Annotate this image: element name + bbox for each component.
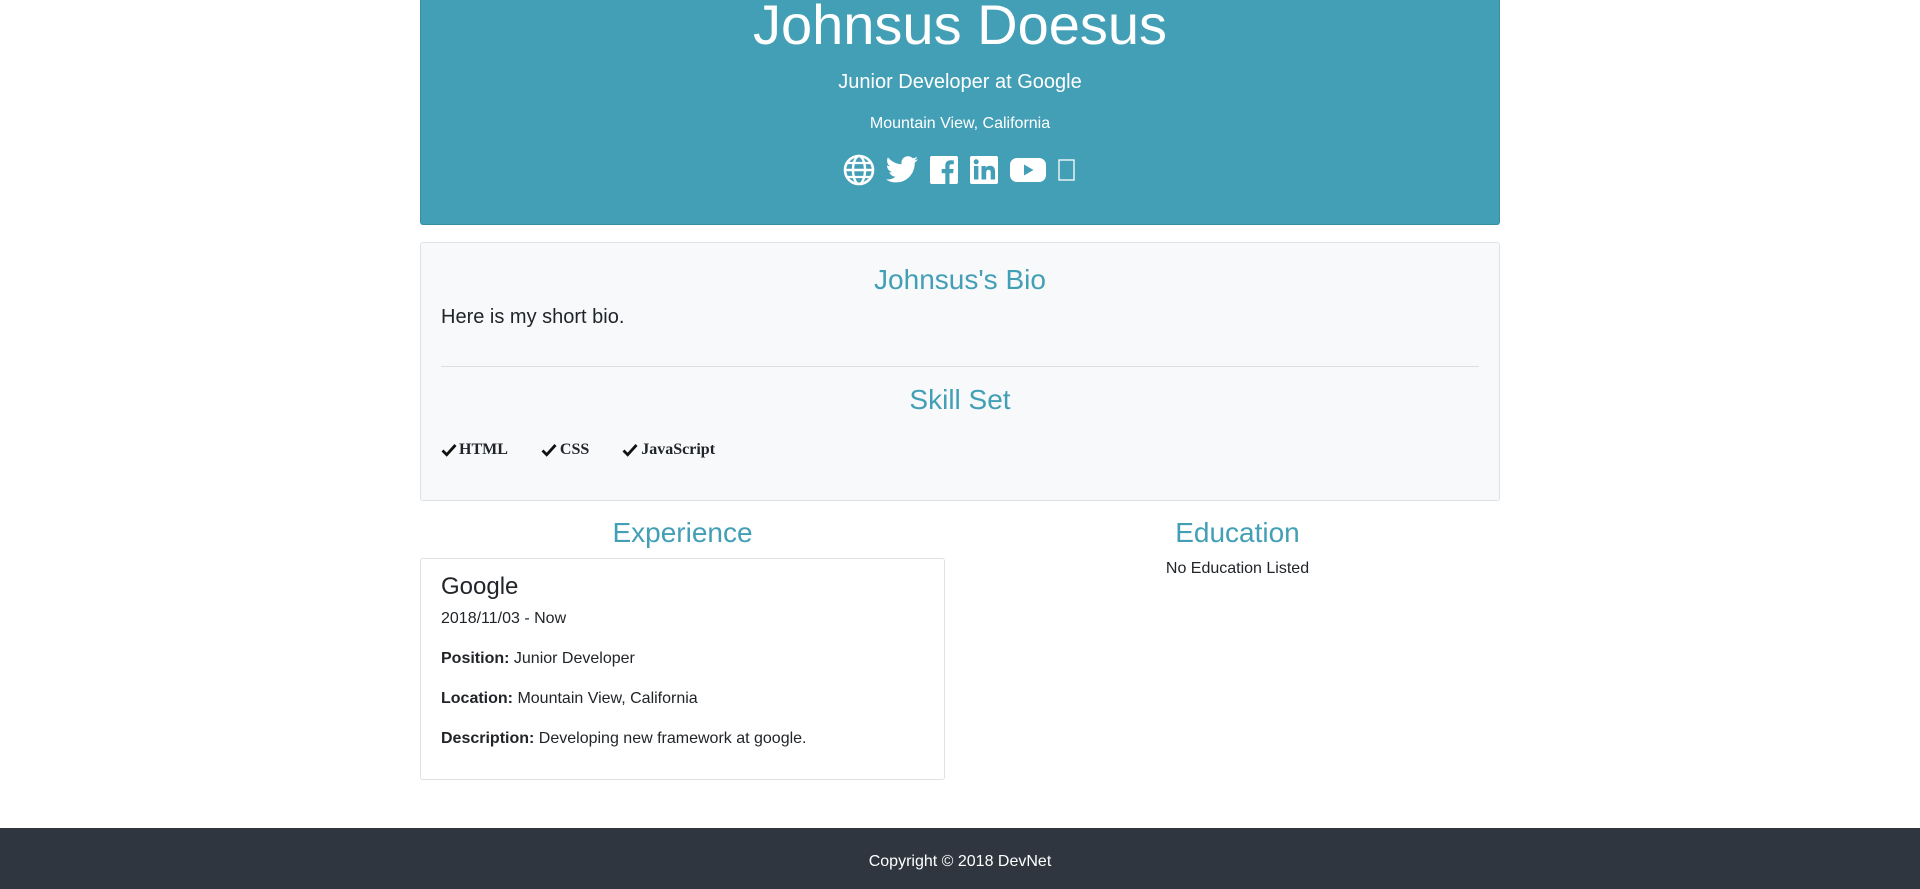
footer: Copyright © 2018 DevNet: [0, 828, 1920, 889]
skill-item: CSS: [540, 441, 589, 459]
skill-label: HTML: [459, 441, 508, 458]
experience-card: Google 2018/11/03 - Now Position: Junior…: [420, 558, 945, 780]
check-icon: [441, 444, 457, 457]
skills-list: HTML CSS JavaScript: [441, 441, 747, 459]
twitter-icon[interactable]: [885, 155, 919, 185]
location-value: Mountain View, California: [517, 690, 698, 707]
profile-header: Johnsus Doesus Junior Developer at Googl…: [420, 0, 1500, 225]
globe-icon[interactable]: [843, 154, 875, 186]
check-icon: [622, 444, 638, 457]
education-empty-text: No Education Listed: [1165, 560, 1310, 577]
copyright-text: Copyright © 2018 DevNet: [868, 853, 1052, 870]
profile-status: Junior Developer at Google: [838, 71, 1082, 93]
location-label: Location:: [441, 690, 513, 707]
experience-description: Description: Developing new framework at…: [441, 729, 807, 749]
skill-item: HTML: [441, 441, 508, 459]
youtube-icon[interactable]: [1009, 156, 1047, 184]
experience-title: Experience: [612, 517, 753, 548]
bio-title: Johnsus's Bio: [874, 264, 1046, 295]
description-value: Developing new framework at google.: [538, 730, 807, 747]
profile-location: Mountain View, California: [869, 115, 1051, 132]
facebook-icon[interactable]: [929, 155, 959, 185]
skill-item: JavaScript: [621, 441, 715, 459]
bio-card: Johnsus's Bio Here is my short bio. Skil…: [420, 242, 1500, 501]
social-links: [421, 152, 1499, 188]
description-label: Description:: [441, 730, 535, 747]
divider: [441, 366, 1479, 367]
bio-text: Here is my short bio.: [441, 306, 625, 328]
position-value: Junior Developer: [513, 650, 635, 667]
linkedin-icon[interactable]: [969, 155, 999, 185]
experience-location: Location: Mountain View, California: [441, 689, 698, 709]
check-icon: [541, 444, 557, 457]
experience-company: Google: [441, 573, 519, 600]
position-label: Position:: [441, 650, 510, 667]
education-title: Education: [1175, 517, 1300, 548]
skill-label: CSS: [559, 441, 590, 458]
skills-title: Skill Set: [909, 384, 1011, 415]
skill-label: JavaScript: [641, 441, 716, 458]
instagram-icon[interactable]: [1057, 157, 1077, 183]
experience-dates: 2018/11/03 - Now: [441, 610, 567, 627]
experience-position: Position: Junior Developer: [441, 649, 635, 669]
profile-name: Johnsus Doesus: [752, 0, 1167, 56]
